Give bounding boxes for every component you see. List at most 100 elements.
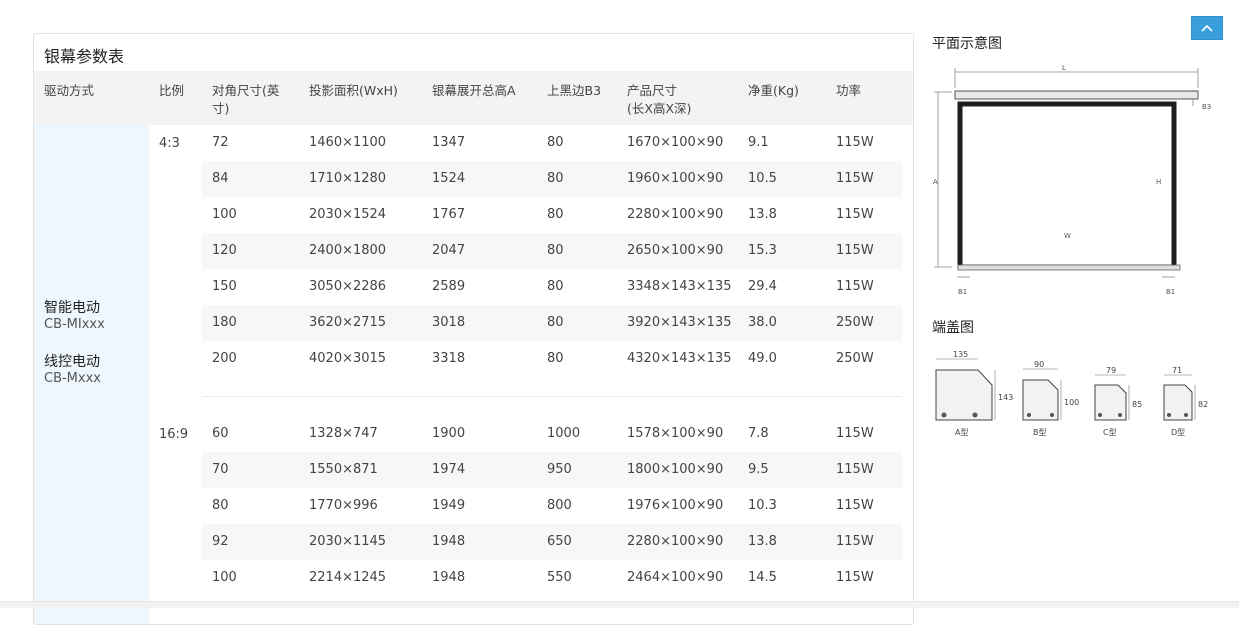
col-power: 功率 [836,83,862,98]
table-cell: 180 [212,315,237,330]
bottom-bar [957,264,1181,271]
table-cell: 3018 [432,315,466,330]
table-cell: 2464×100×90 [627,570,724,585]
col-drive: 驱动方式 [44,83,95,98]
plan-diagram: L B3 A H W B1 B1 [933,64,1211,296]
label-a: A [933,178,938,186]
table-cell: 15.3 [748,243,777,258]
table-cell: 1960×100×90 [627,171,724,186]
table-cell: 115W [836,534,874,549]
table-cell: 1460×1100 [309,135,387,150]
endcap-c-width: 79 [1106,366,1116,375]
table-cell: 200 [212,351,237,366]
table-cell: 550 [547,570,572,585]
table-cell: 3050×2286 [309,279,387,294]
table-cell: 1948 [432,534,466,549]
table-title: 银幕参数表 [44,47,125,66]
table-cell: 7.8 [748,426,769,441]
table-row: 60 1328×747 1900 1000 1578×100×90 7.8 115W [202,416,902,452]
table-cell: 1948 [432,570,466,585]
table-row: 72 1460×1100 1347 80 1670×100×90 9.1 115W [202,125,902,161]
table-cell: 250W [836,315,874,330]
table-cell: 49.0 [748,351,777,366]
table-cell: 80 [547,315,564,330]
endcap-diagram: 135 143 A型 90 100 B型 79 85 C型 71 82 D型 [935,350,1208,437]
table-cell: 10.3 [748,498,777,513]
table-header: 驱动方式 比例 对角尺寸(英寸) 投影面积(WxH) 银幕展开总高A 上黑边B3… [34,71,913,125]
endcap-b-height: 100 [1064,398,1079,407]
table-cell: 2400×1800 [309,243,387,258]
screen-frame [957,101,1177,270]
table-cell: 115W [836,207,874,222]
table-cell: 2589 [432,279,466,294]
label-w: W [1064,232,1071,240]
table-row: 100 2030×1524 1767 80 2280×100×90 13.8 115W [202,197,902,233]
table-cell: 13.8 [748,207,777,222]
table-cell: 80 [547,135,564,150]
label-b1-left: B1 [958,288,967,296]
table-cell: 2280×100×90 [627,534,724,549]
table-cell: 115W [836,498,874,513]
table-row: 120 2400×1800 2047 80 2650×100×90 15.3 115W [202,233,902,269]
table-cell: 80 [547,207,564,222]
drive-mode-code: CB-MIxxx [44,317,105,332]
table-cell: 2047 [432,243,466,258]
table-cell: 1949 [432,498,466,513]
label-l: L [1062,64,1066,72]
back-to-top-button[interactable] [1191,16,1223,40]
table-cell: 115W [836,426,874,441]
table-row: 92 2030×1145 1948 650 2280×100×90 13.8 115W [202,524,902,560]
table-cell: 3318 [432,351,466,366]
ratio-label: 16:9 [159,427,189,442]
col-product-size: 产品尺寸 (长X高X深) [627,83,692,116]
table-cell: 3920×143×135 [627,315,732,330]
col-ratio: 比例 [159,83,185,98]
col-diagonal: 对角尺寸(英寸) [212,83,280,116]
endcap-a-label: A型 [955,428,968,437]
table-cell: 1550×871 [309,462,378,477]
table-cell: 60 [212,426,229,441]
table-cell: 80 [547,171,564,186]
endcap-c-label: C型 [1103,428,1117,437]
drive-mode-code: CB-Mxxx [44,371,101,386]
table-cell: 80 [547,351,564,366]
label-h: H [1156,178,1161,186]
table-cell: 250W [836,351,874,366]
label-b3: B3 [1202,103,1211,111]
table-cell: 120 [212,243,237,258]
label-b1-right: B1 [1166,288,1175,296]
group-divider [202,396,902,397]
table-cell: 100 [212,207,237,222]
endcap-d-label: D型 [1171,428,1185,437]
table-cell: 10.5 [748,171,777,186]
endcap-a-width: 135 [953,350,968,359]
table-row: 150 3050×2286 2589 80 3348×143×135 29.4 115W [202,269,902,305]
table-row: 70 1550×871 1974 950 1800×100×90 9.5 115W [202,452,902,488]
table-cell: 29.4 [748,279,777,294]
table-row: 200 4020×3015 3318 80 4320×143×135 49.0 250W [202,341,902,377]
table-cell: 100 [212,570,237,585]
table-cell: 950 [547,462,572,477]
endcap-d-width: 71 [1172,366,1182,375]
table-cell: 4320×143×135 [627,351,732,366]
spec-table-panel: 银幕参数表 驱动方式 比例 对角尺寸(英寸) 投影面积(WxH) 银幕展开总高A… [33,33,914,625]
table-row: 84 1710×1280 1524 80 1960×100×90 10.5 115W [202,161,902,197]
table-cell: 3348×143×135 [627,279,732,294]
table-cell: 1900 [432,426,466,441]
table-cell: 115W [836,135,874,150]
table-cell: 13.8 [748,534,777,549]
endcap-d-height: 82 [1198,400,1208,409]
table-cell: 9.1 [748,135,769,150]
endcap-b-width: 90 [1034,360,1044,369]
table-cell: 80 [212,498,229,513]
table-cell: 2650×100×90 [627,243,724,258]
endcap-a-height: 143 [998,393,1013,402]
table-cell: 150 [212,279,237,294]
col-b3: 上黑边B3 [547,83,602,98]
table-cell: 2280×100×90 [627,207,724,222]
table-cell: 1347 [432,135,466,150]
table-row: 80 1770×996 1949 800 1976×100×90 10.3 115W [202,488,902,524]
table-cell: 800 [547,498,572,513]
col-height: 银幕展开总高A [432,83,516,98]
table-cell: 9.5 [748,462,769,477]
